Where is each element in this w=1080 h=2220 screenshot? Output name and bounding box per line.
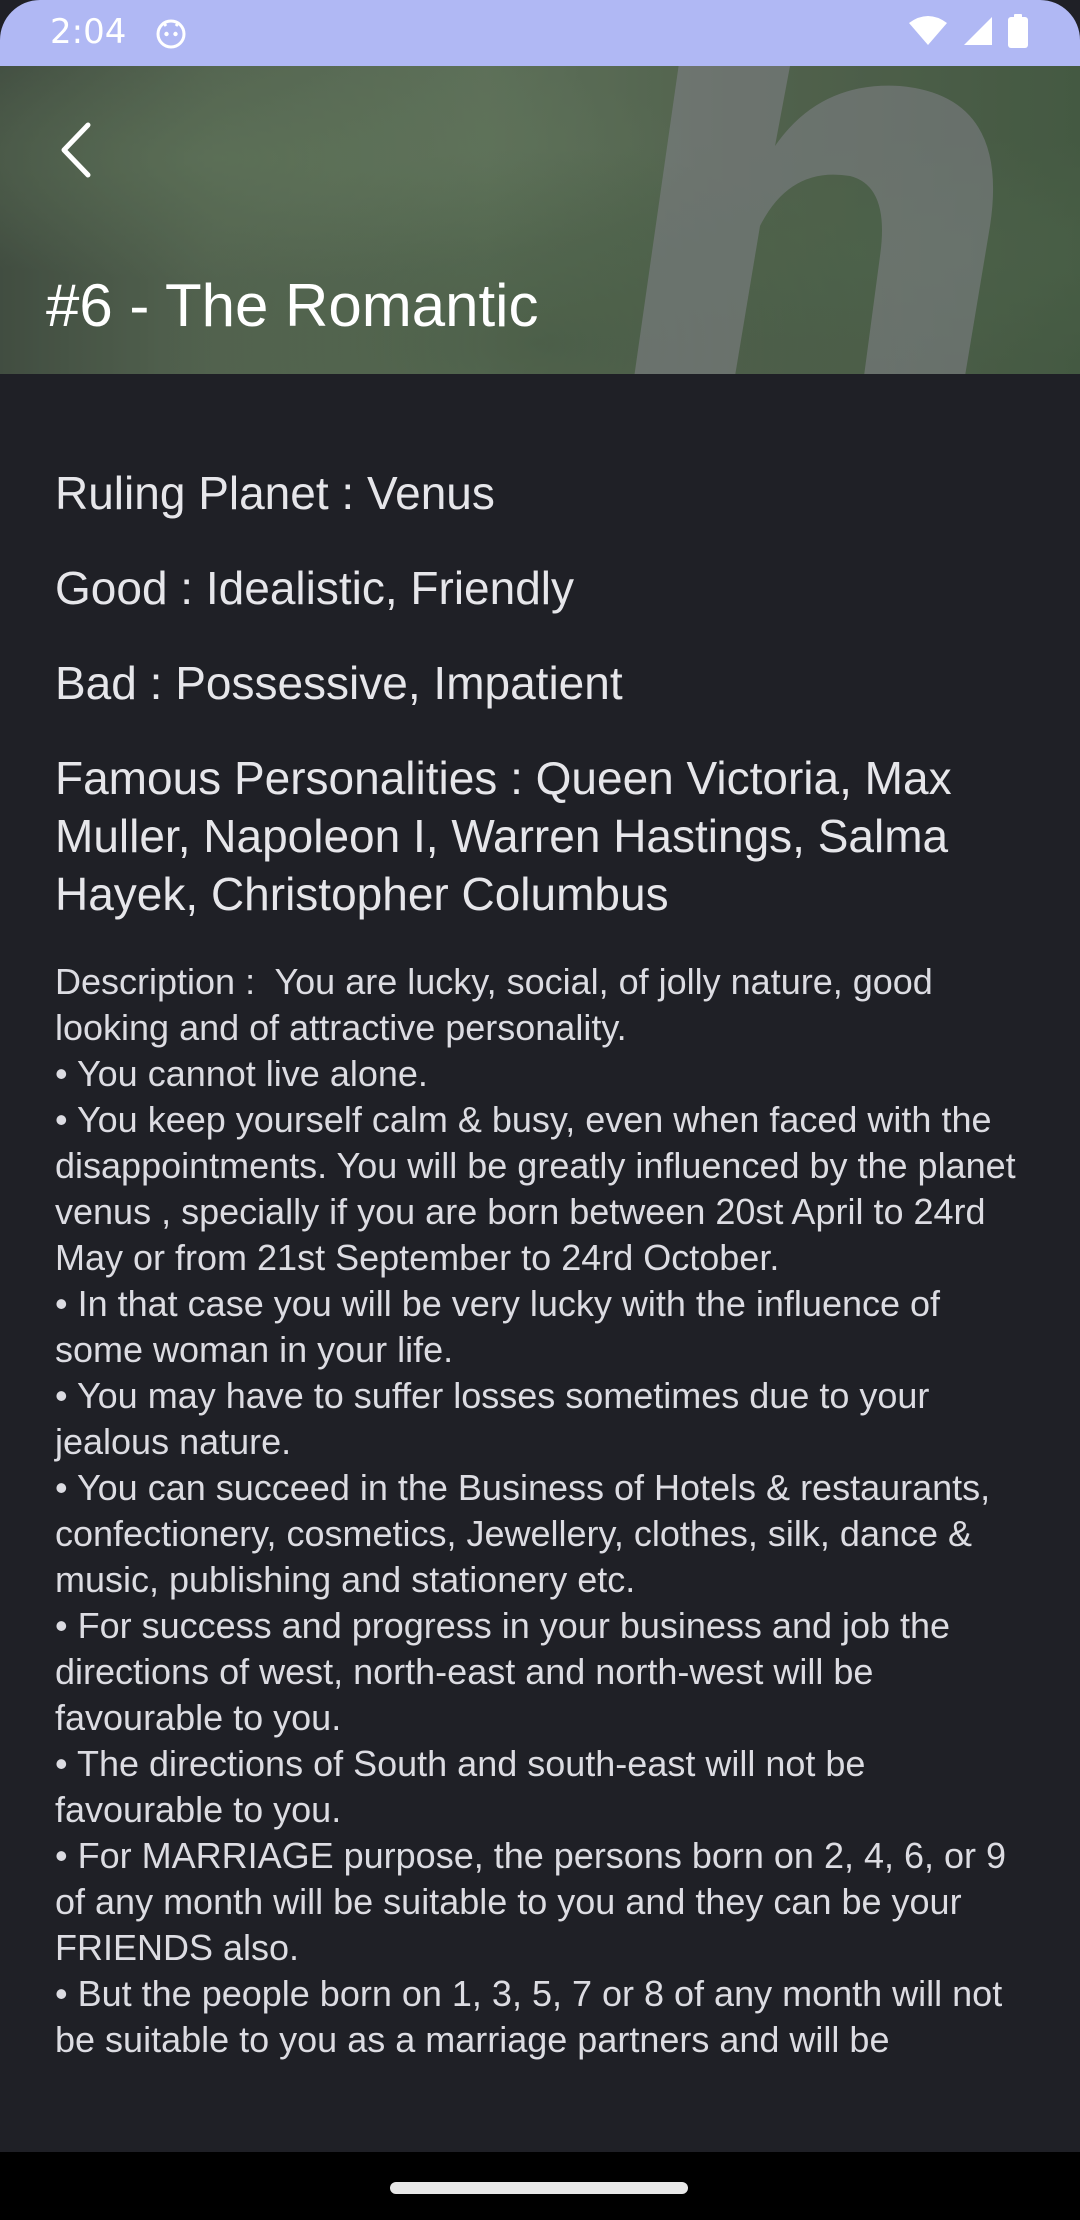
cell-signal-icon — [962, 15, 994, 51]
description-text: You are lucky, social, of jolly nature, … — [55, 961, 1016, 2060]
android-debug-icon — [154, 16, 188, 50]
famous-personalities-label: Famous Personalities : — [55, 752, 523, 804]
battery-icon — [1008, 14, 1028, 52]
good-traits-value: Idealistic, Friendly — [205, 562, 575, 614]
page-title: #6 - The Romantic — [46, 272, 539, 339]
bad-traits-row: Bad : Possessive, Impatient — [55, 654, 1035, 712]
status-bar: 2:04 — [0, 0, 1080, 66]
wifi-icon — [908, 15, 948, 51]
home-gesture-handle[interactable] — [390, 2182, 688, 2194]
bad-traits-value: Possessive, Impatient — [175, 657, 623, 709]
back-button[interactable] — [40, 116, 112, 188]
ruling-planet-value: Venus — [366, 467, 495, 519]
number-details: Ruling Planet : Venus Good : Idealistic,… — [55, 374, 1035, 2063]
header: #6 - The Romantic — [0, 66, 1080, 374]
chevron-left-icon — [56, 121, 96, 183]
bad-traits-label: Bad : — [55, 657, 163, 709]
status-icons — [908, 14, 1028, 52]
description-label: Description : — [55, 961, 256, 1002]
good-traits-row: Good : Idealistic, Friendly — [55, 559, 1035, 617]
ruling-planet-label: Ruling Planet : — [55, 467, 355, 519]
famous-personalities-row: Famous Personalities : Queen Victoria, M… — [55, 749, 1035, 923]
screen: 2:04 #6 - The Romantic Ruling Planet: V… — [0, 0, 1080, 2220]
ruling-planet-row: Ruling Planet : Venus — [55, 464, 1035, 522]
status-time: 2:04 — [50, 12, 127, 52]
good-traits-label: Good : — [55, 562, 194, 614]
description: Description : You are lucky, social, of … — [55, 959, 1035, 2063]
